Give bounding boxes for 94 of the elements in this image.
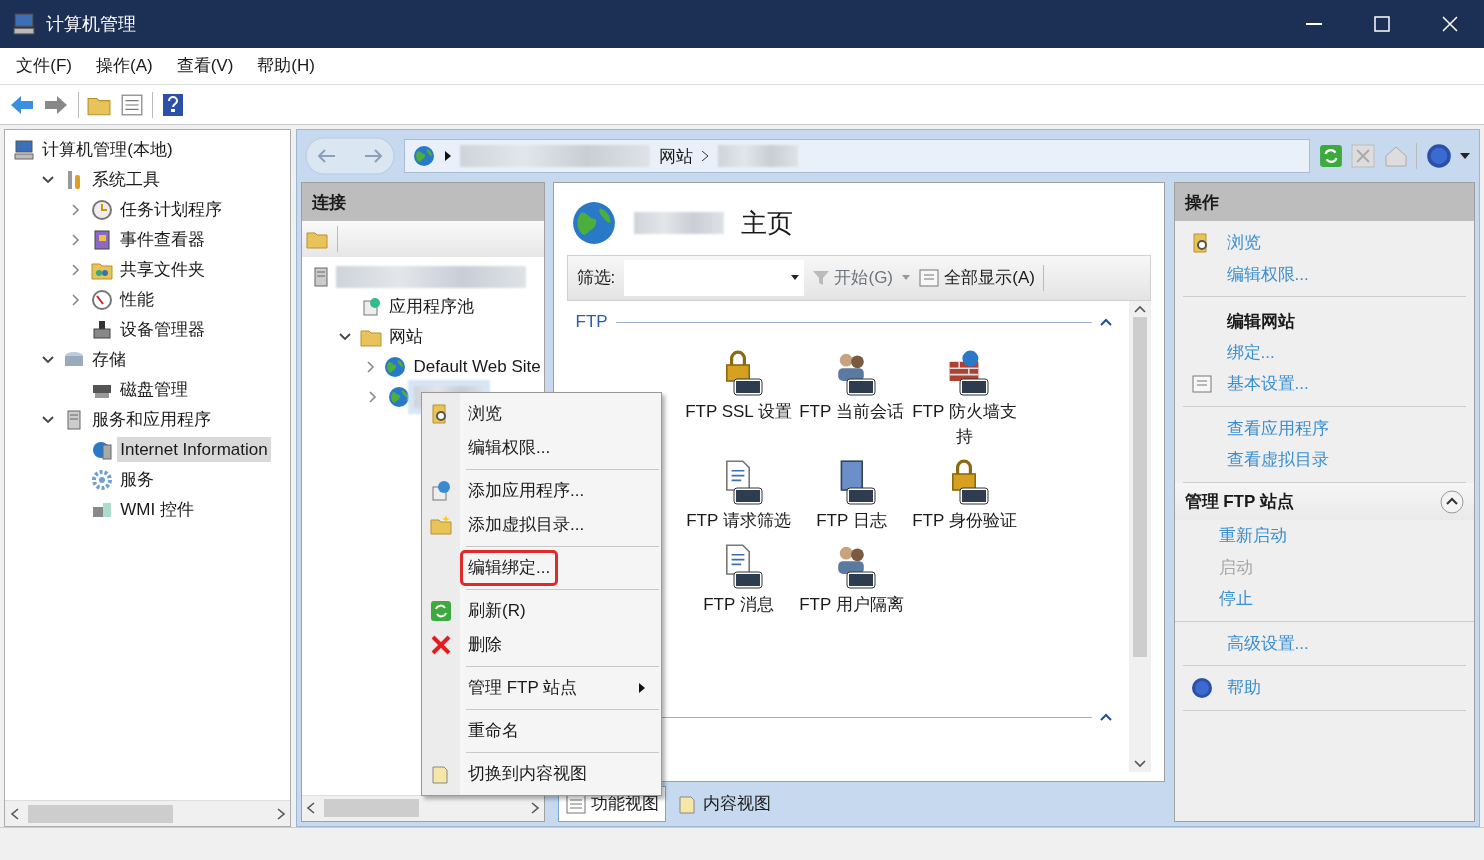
page-title: 主页 xyxy=(741,206,794,240)
tree-item[interactable]: 服务和应用程序 xyxy=(89,406,215,433)
scrollbar-thumb[interactable] xyxy=(27,804,173,823)
filter-icon xyxy=(812,268,831,287)
feature-label[interactable]: FTP 身份验证 xyxy=(912,508,1017,534)
add-folder-icon xyxy=(430,514,452,536)
gauge-icon xyxy=(91,288,114,311)
minimize-icon xyxy=(1306,23,1322,25)
menu-item[interactable]: 帮助(H) xyxy=(245,53,327,79)
action-link: 启动 xyxy=(1217,556,1254,579)
menu-item[interactable]: 添加虚拟目录... xyxy=(468,512,585,538)
tree-item[interactable]: 应用程序池 xyxy=(385,293,477,320)
tree-item[interactable]: Internet Information xyxy=(117,436,271,463)
feature-label[interactable]: FTP 消息 xyxy=(703,592,774,618)
horizontal-scrollbar[interactable] xyxy=(5,800,291,826)
tree-item[interactable]: 任务计划程序 xyxy=(117,196,226,223)
menu-item[interactable]: 编辑权限... xyxy=(468,435,551,461)
scrollbar-thumb[interactable] xyxy=(1133,317,1148,658)
feature-label[interactable]: FTP 请求筛选 xyxy=(686,508,791,534)
tree-item[interactable]: 存储 xyxy=(89,346,130,373)
menu-item[interactable]: 管理 FTP 站点 xyxy=(468,675,578,701)
app-icon xyxy=(12,12,36,36)
menu-item[interactable]: 编辑绑定... xyxy=(468,555,551,581)
menu-item[interactable]: 删除 xyxy=(468,632,502,658)
menu-item[interactable]: 重命名 xyxy=(468,718,519,744)
tree-item[interactable]: 共享文件夹 xyxy=(117,256,209,283)
menu-item[interactable]: 文件(F) xyxy=(4,53,84,79)
pane-title: 操作 xyxy=(1174,183,1474,222)
vertical-scrollbar[interactable] xyxy=(1129,300,1152,773)
section-title: 管理 FTP 站点 xyxy=(1184,490,1294,513)
feature-label[interactable]: FTP 防火墙支持 xyxy=(908,398,1021,450)
scrollbar-thumb[interactable] xyxy=(324,799,419,818)
group-title: FTP xyxy=(575,311,608,334)
horizontal-scrollbar[interactable] xyxy=(301,794,544,821)
address-bar[interactable]: 网站 xyxy=(403,139,1311,174)
submenu-arrow-icon xyxy=(639,683,645,693)
collapse-group-icon[interactable] xyxy=(1100,318,1113,326)
menu-item[interactable]: 操作(A) xyxy=(83,53,165,79)
tree-item[interactable]: 网站 xyxy=(385,323,426,350)
scroll-right-icon[interactable] xyxy=(276,807,286,820)
filter-label: 筛选: xyxy=(576,267,616,289)
tree-item[interactable]: 设备管理器 xyxy=(117,316,209,343)
scroll-left-icon[interactable] xyxy=(9,807,20,820)
pane-title: 连接 xyxy=(301,183,544,222)
refresh-icon xyxy=(430,600,452,622)
view-tab[interactable]: 内容视图 xyxy=(670,786,779,822)
settings-icon xyxy=(1190,373,1213,395)
feature-label[interactable]: FTP SSL 设置 xyxy=(685,398,792,425)
collapse-group-icon[interactable] xyxy=(1100,713,1113,722)
computer-icon xyxy=(13,138,36,161)
maximize-icon xyxy=(1371,13,1393,35)
device-icon xyxy=(91,318,114,341)
filter-field[interactable] xyxy=(623,259,804,296)
start-button[interactable]: 开始(G) xyxy=(812,265,894,291)
scroll-right-icon[interactable] xyxy=(529,802,540,815)
tree-item[interactable]: 事件查看器 xyxy=(117,226,209,253)
tree-item[interactable]: 磁盘管理 xyxy=(117,376,192,403)
dropdown-caret-icon[interactable] xyxy=(791,275,800,281)
dropdown-caret-icon[interactable] xyxy=(1460,153,1471,160)
show-all-button[interactable]: 全部显示(A) xyxy=(918,265,1035,291)
globe-icon xyxy=(413,145,435,168)
menu-item[interactable]: 查看(V) xyxy=(164,53,246,79)
tree-item[interactable]: 服务 xyxy=(117,466,158,493)
feature-label[interactable]: FTP 当前会话 xyxy=(799,398,904,425)
show-pane-icon[interactable] xyxy=(119,92,144,117)
scroll-down-icon[interactable] xyxy=(1134,760,1147,768)
delete-icon xyxy=(430,634,452,656)
window-title: 计算机管理 xyxy=(46,12,137,36)
tree-item[interactable]: 性能 xyxy=(117,286,158,313)
scroll-left-icon[interactable] xyxy=(306,802,316,815)
collapse-icon[interactable] xyxy=(1439,489,1464,514)
globe-icon xyxy=(384,355,407,378)
menu-item[interactable]: 刷新(R) xyxy=(468,598,526,624)
show-all-icon xyxy=(918,266,941,289)
scroll-up-icon[interactable] xyxy=(1134,305,1147,313)
gear-icon xyxy=(91,468,114,491)
tree-item[interactable]: 系统工具 xyxy=(89,166,164,193)
menu-item[interactable]: 浏览 xyxy=(468,401,502,427)
feature-label[interactable]: FTP 用户隔离 xyxy=(799,592,904,618)
globe-icon xyxy=(387,385,410,408)
add-application-icon xyxy=(430,480,452,502)
tree-item[interactable]: WMI 控件 xyxy=(117,496,197,523)
tree-item[interactable]: Default Web Site xyxy=(410,353,544,380)
forward-icon[interactable] xyxy=(43,93,69,116)
menu-item[interactable]: 添加应用程序... xyxy=(468,478,585,504)
breadcrumb-item[interactable]: 网站 xyxy=(658,143,693,169)
section-title: 编辑网站 xyxy=(1225,311,1296,334)
refresh-icon[interactable] xyxy=(1318,144,1343,169)
feature-label[interactable]: FTP 日志 xyxy=(816,508,887,534)
breadcrumb-arrow-icon xyxy=(443,151,452,162)
menu-item[interactable]: 切换到内容视图 xyxy=(468,761,587,787)
globe-icon xyxy=(571,200,618,247)
clock-icon xyxy=(91,198,114,221)
tree-item[interactable]: 计算机管理(本地) xyxy=(39,136,176,163)
